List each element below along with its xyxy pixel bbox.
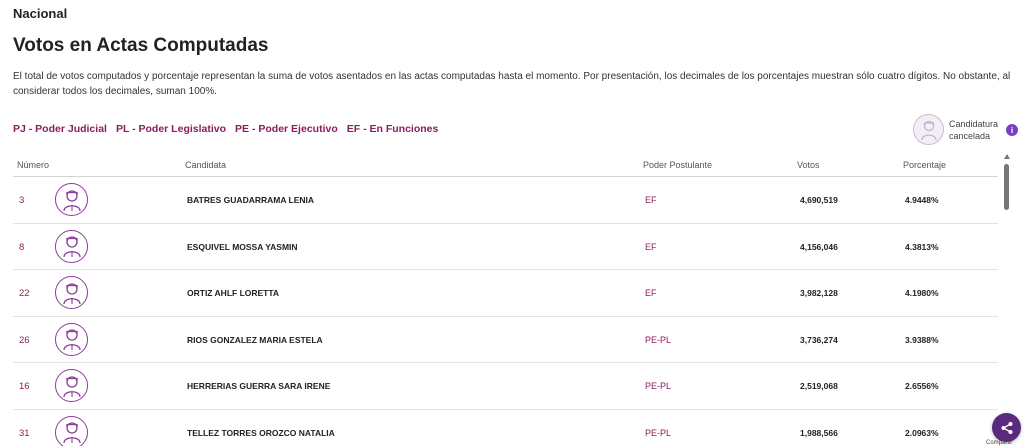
scroll-up-icon[interactable] xyxy=(1004,154,1010,159)
legend: PJ - Poder Judicial PL - Poder Legislati… xyxy=(13,123,438,135)
row-porcentaje: 4.1980% xyxy=(905,288,939,298)
table-row[interactable]: 8 ESQUIVEL MOSSA YASMIN EF 4,156,046 4.3813% xyxy=(13,224,998,270)
row-candidata: ORTIZ AHLF LORETTA xyxy=(187,288,280,298)
row-candidata: RIOS GONZALEZ MARIA ESTELA xyxy=(187,334,323,345)
share-button[interactable] xyxy=(992,413,1021,442)
table-row[interactable]: 31 TELLEZ TORRES OROZCO NATALIA PE-PL 1,988… xyxy=(13,410,998,446)
page-description: El total de votos computados y porcentaj… xyxy=(13,71,1011,97)
row-poder: PE-PL xyxy=(645,381,672,391)
row-candidata: TELLEZ TORRES OROZCO NATALIA xyxy=(187,427,335,438)
share-icon xyxy=(1001,421,1012,434)
row-candidata: BATRES GUADARRAMA LENIA xyxy=(187,195,315,205)
row-porcentaje: 4.9448% xyxy=(905,195,939,205)
legend-pl: PL - Poder Legislativo xyxy=(115,123,227,135)
row-votos: 3,736,274 xyxy=(800,334,838,345)
share-label: Compartir xyxy=(986,440,1013,446)
row-poder: EF xyxy=(645,241,657,252)
row-poder: EF xyxy=(645,288,657,298)
col-numero[interactable]: Número xyxy=(17,160,49,170)
row-numero: 22 xyxy=(19,288,30,299)
row-votos: 1,988,566 xyxy=(800,427,838,438)
scroll-thumb[interactable] xyxy=(1004,164,1009,210)
row-candidata: HERRERIAS GUERRA SARA IRENE xyxy=(187,381,331,391)
cancelled-candidacy-indicator: Candidatura cancelada i xyxy=(913,114,1018,145)
row-votos: 4,156,046 xyxy=(800,241,838,252)
col-porcentaje[interactable]: Porcentaje xyxy=(903,160,946,170)
row-votos: 3,982,128 xyxy=(800,288,838,298)
row-numero: 3 xyxy=(19,195,25,206)
row-votos: 4,690,519 xyxy=(800,195,838,205)
row-numero: 8 xyxy=(19,241,25,253)
row-porcentaje: 2.0963% xyxy=(905,427,939,438)
row-poder: EF xyxy=(645,195,657,205)
row-porcentaje: 4.3813% xyxy=(905,241,939,252)
page-title: Votos en Actas Computadas xyxy=(13,35,269,56)
col-votos[interactable]: Votos xyxy=(797,160,820,170)
info-icon[interactable]: i xyxy=(1006,123,1018,136)
row-candidata: ESQUIVEL MOSSA YASMIN xyxy=(187,241,298,252)
row-porcentaje: 3.9388% xyxy=(905,334,939,345)
table-row[interactable]: 26 RIOS GONZALEZ MARIA ESTELA PE-PL 3,736,2… xyxy=(13,317,998,363)
row-numero: 26 xyxy=(19,334,30,346)
table-row[interactable]: 16 HERRERIAS GUERRA SARA IRENE PE-PL 2,519,… xyxy=(13,363,998,410)
table-row[interactable]: 3 BATRES GUADARRAMA LENIA EF 4,690,519 4.944… xyxy=(13,177,998,224)
row-poder: PE-PL xyxy=(645,427,672,438)
col-candidata[interactable]: Candidata xyxy=(185,160,226,170)
scope-label: Nacional xyxy=(13,6,68,21)
table-body: 3 BATRES GUADARRAMA LENIA EF 4,690,519 4.944… xyxy=(13,177,998,446)
cancelled-candidacy-label: Candidatura cancelada xyxy=(949,118,999,141)
row-porcentaje: 2.6556% xyxy=(905,381,939,391)
table-header: Número Candidata Poder Postulante Votos … xyxy=(13,152,998,177)
candidate-avatar-icon xyxy=(55,229,88,263)
row-votos: 2,519,068 xyxy=(800,381,838,391)
legend-pj: PJ - Poder Judicial xyxy=(13,123,107,135)
col-poder[interactable]: Poder Postulante xyxy=(643,160,712,170)
legend-pe: PE - Poder Ejecutivo xyxy=(235,123,338,135)
row-numero: 16 xyxy=(19,381,30,392)
candidate-avatar-icon xyxy=(55,415,88,446)
candidate-avatar-icon xyxy=(55,183,88,216)
user-avatar-icon xyxy=(913,114,944,145)
table-scrollbar[interactable] xyxy=(1002,152,1012,446)
table-row[interactable]: 22 ORTIZ AHLF LORETTA EF 3,982,128 4.1980% xyxy=(13,270,998,317)
legend-ef: EF - En Funciones xyxy=(346,123,439,135)
candidate-avatar-icon xyxy=(55,369,88,402)
row-poder: PE-PL xyxy=(645,334,672,345)
candidate-avatar-icon xyxy=(55,276,88,309)
results-table: Número Candidata Poder Postulante Votos … xyxy=(13,152,998,446)
candidate-avatar-icon xyxy=(55,322,88,356)
row-numero: 31 xyxy=(19,427,30,439)
